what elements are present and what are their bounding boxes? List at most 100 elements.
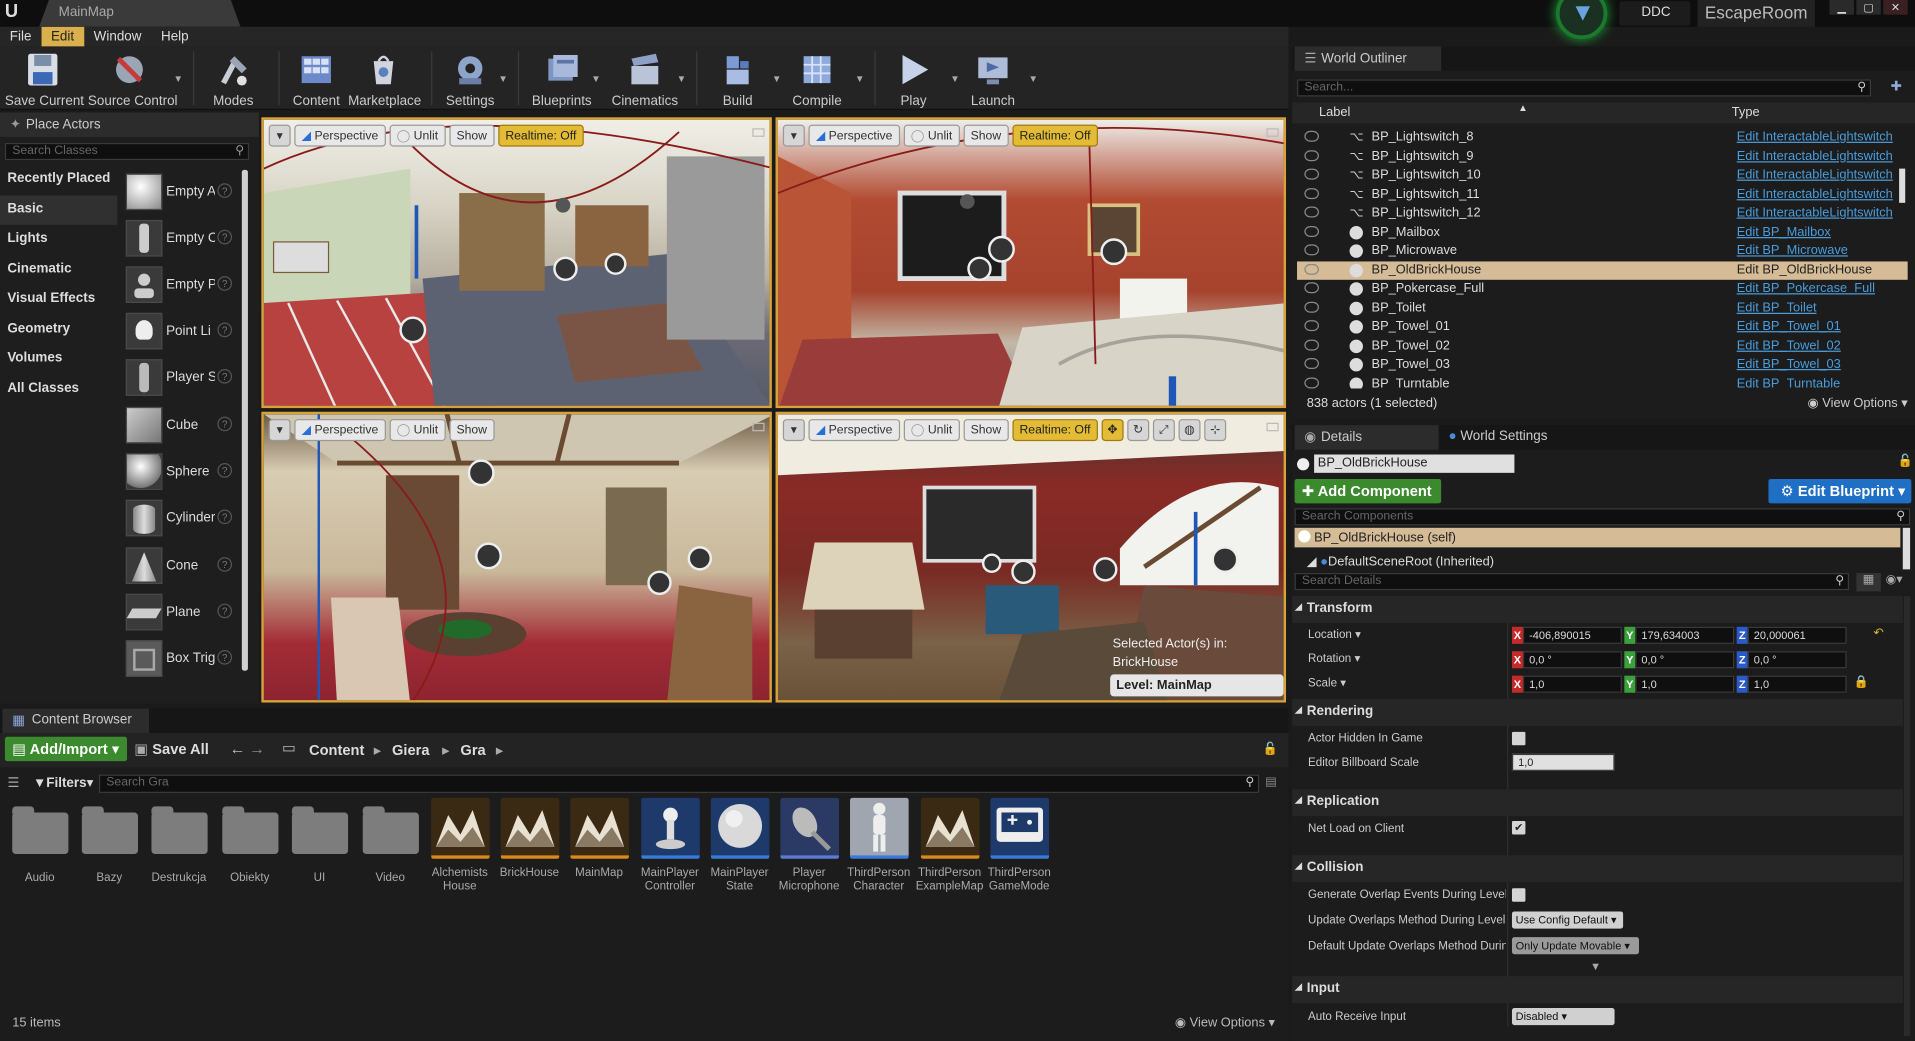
property-matrix-icon[interactable]: ▦ (1856, 573, 1881, 592)
scale-z-field[interactable]: 1,0 (1747, 675, 1847, 693)
outliner-row-type-link[interactable]: Edit InteractableLightswitch (1737, 205, 1893, 220)
show-button[interactable]: Show (963, 124, 1009, 147)
scale-y-field[interactable]: 1,0 (1635, 675, 1735, 693)
help-icon[interactable]: ? (217, 603, 233, 619)
rotation-x-field[interactable]: 0,0 ° (1522, 651, 1622, 669)
lock-icon[interactable]: 🔓 (1898, 455, 1913, 468)
rotate-tool-icon[interactable]: ↻ (1127, 419, 1150, 442)
chevron-down-icon[interactable]: ▼ (950, 73, 960, 84)
billboard-scale-field[interactable]: 1,0 (1511, 753, 1615, 771)
folder-bazy[interactable]: Bazy (74, 798, 144, 885)
component-self-row[interactable]: BP_OldBrickHouse (self) (1294, 527, 1901, 548)
lock-icon[interactable]: 🔓 (1263, 743, 1278, 756)
collision-section-header[interactable]: ◢ Collision (1292, 855, 1903, 883)
asset-mainmap[interactable]: MainMap (564, 797, 634, 880)
build-button[interactable]: Build (711, 49, 765, 109)
surface-snap-icon[interactable]: ⊹ (1204, 419, 1227, 442)
gen-overlap-checkbox[interactable] (1511, 888, 1526, 902)
realtime-button[interactable]: Realtime: Off (1012, 124, 1098, 147)
outliner-row[interactable]: BP_Microwave Edit BP_Microwave (1297, 242, 1908, 261)
folder-video[interactable]: Video (355, 798, 425, 885)
viewport-options-button[interactable]: ▾ (268, 419, 291, 442)
marketplace-button[interactable]: Marketplace (348, 49, 421, 109)
search-details-input[interactable]: Search Details ⚲ (1294, 573, 1850, 591)
label-column-header[interactable]: Label (1319, 105, 1350, 120)
chevron-down-icon[interactable]: ▼ (855, 73, 865, 84)
update-overlaps-dropdown[interactable]: Use Config Default ▾ (1511, 911, 1624, 929)
realtime-button[interactable]: Realtime: Off (1012, 419, 1098, 442)
asset-alchemists-house[interactable]: Alchemists House (425, 797, 495, 893)
help-icon[interactable]: ? (217, 463, 233, 478)
scale-label[interactable]: Scale ▾ (1308, 677, 1346, 690)
maximize-icon[interactable]: ▢ (1856, 0, 1881, 15)
translate-tool-icon[interactable]: ✥ (1101, 419, 1124, 442)
visibility-eye-icon[interactable] (1304, 187, 1320, 199)
show-advanced-icon[interactable]: ▼ (1590, 960, 1601, 972)
outliner-row-type-link[interactable]: Edit BP_Towel_01 (1737, 319, 1841, 334)
asset-mainplayer-state[interactable]: MainPlayer State (705, 797, 775, 893)
visibility-eye-icon[interactable] (1304, 244, 1320, 256)
components-scrollbar[interactable] (1902, 527, 1911, 570)
visibility-eye-icon[interactable] (1304, 376, 1320, 388)
actor-empty-character[interactable]: Empty C? (123, 217, 245, 263)
unlit-button[interactable]: ◯ Unlit (903, 419, 960, 442)
visibility-eye-icon[interactable] (1304, 320, 1320, 332)
visibility-eye-icon[interactable] (1304, 225, 1320, 237)
ddc-indicator[interactable]: DDC (1619, 1, 1691, 26)
breadcrumb-giera[interactable]: Giera (392, 742, 429, 759)
cinematics-button[interactable]: Cinematics (611, 49, 679, 109)
outliner-search-input[interactable]: Search... ⚲ (1297, 79, 1872, 97)
actor-name-field[interactable]: BP_OldBrickHouse (1314, 454, 1515, 473)
details-scrollbar[interactable] (1904, 596, 1911, 1037)
lock-scale-icon[interactable]: 🔒 (1854, 676, 1869, 689)
maximize-viewport-icon[interactable] (752, 422, 765, 432)
visibility-options-icon[interactable]: ◉▾ (1886, 573, 1903, 586)
actor-empty-pawn[interactable]: Empty P? (123, 264, 245, 310)
outliner-row-type-link[interactable]: Edit BP_Pokercase_Full (1737, 281, 1875, 296)
outliner-row[interactable]: ⌥ BP_Lightswitch_10 Edit InteractableLight… (1297, 166, 1908, 185)
visibility-eye-icon[interactable] (1304, 282, 1320, 294)
actor-plane[interactable]: Plane? (123, 591, 245, 637)
outliner-scrollbar[interactable] (1899, 168, 1906, 203)
search-assets-input[interactable]: Search Gra ⚲ (98, 774, 1260, 793)
content-button[interactable]: Content (291, 49, 342, 109)
world-settings-tab[interactable]: ● World Settings (1448, 429, 1547, 444)
compile-button[interactable]: Compile (789, 49, 845, 109)
outliner-row[interactable]: BP_Towel_01 Edit BP_Towel_01 (1297, 318, 1908, 337)
location-label[interactable]: Location ▾ (1308, 628, 1361, 641)
outliner-row[interactable]: ⌥ BP_Lightswitch_8 Edit InteractableLights… (1297, 128, 1908, 147)
asset-player-microphone[interactable]: Player Microphone (774, 797, 844, 893)
level-indicator[interactable]: Level: MainMap (Persistent) (1110, 674, 1284, 700)
category-all-classes[interactable]: All Classes (0, 374, 117, 404)
outliner-view-options-button[interactable]: ◉ View Options ▾ (1808, 396, 1908, 411)
visibility-eye-icon[interactable] (1304, 339, 1320, 351)
close-icon[interactable]: ✕ (1883, 0, 1908, 15)
add-import-button[interactable]: ▤ Add/Import ▾ (4, 736, 127, 762)
content-browser-tab[interactable]: ▦ Content Browser (2, 708, 149, 734)
show-button[interactable]: Show (449, 124, 495, 147)
rotation-y-field[interactable]: 0,0 ° (1635, 651, 1735, 669)
source-control-button[interactable]: Source Control (88, 49, 178, 109)
perspective-button[interactable]: ◢ Perspective (808, 124, 900, 147)
settings-button[interactable]: Settings (442, 49, 498, 109)
input-section-header[interactable]: ◢ Input (1292, 976, 1903, 1004)
location-z-field[interactable]: 20,000061 (1747, 626, 1847, 644)
folder-audio[interactable]: Audio (5, 798, 75, 885)
type-column-header[interactable]: Type (1732, 105, 1760, 120)
maximize-viewport-icon[interactable] (1266, 422, 1279, 432)
outliner-row[interactable]: BP_OldBrickHouse Edit BP_OldBrickHouse (1297, 260, 1908, 280)
outliner-row-type-link[interactable]: Edit BP_Microwave (1737, 243, 1848, 258)
asset-mainplayer-controller[interactable]: MainPlayer Controller (635, 797, 705, 893)
asset-thirdperson-examplemap[interactable]: ThirdPerson ExampleMap (915, 797, 985, 893)
source-control-status-icon[interactable] (1555, 0, 1608, 40)
menu-edit[interactable]: Edit (41, 26, 84, 47)
modes-button[interactable]: Modes (203, 49, 264, 109)
view-options-button[interactable]: ◉ View Options ▾ (1175, 1015, 1275, 1030)
create-folder-icon[interactable]: ✚ (1891, 78, 1902, 94)
category-recently-placed[interactable]: Recently Placed (0, 165, 117, 195)
perspective-button[interactable]: ◢ Perspective (808, 419, 900, 442)
outliner-row-type-link[interactable]: Edit BP_Mailbox (1737, 224, 1831, 239)
help-icon[interactable]: ? (217, 416, 233, 432)
outliner-row-type-link[interactable]: Edit InteractableLightswitch (1737, 167, 1893, 182)
visibility-eye-icon[interactable] (1304, 357, 1320, 369)
